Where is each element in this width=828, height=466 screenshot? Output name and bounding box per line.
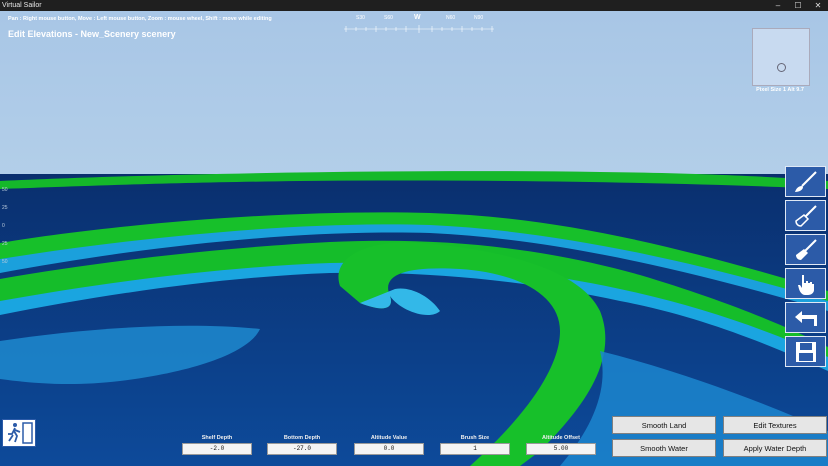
spade-icon — [795, 238, 817, 260]
floppy-disk-icon — [795, 341, 816, 362]
altitude-offset-input[interactable]: 5.00 — [526, 443, 596, 455]
apply-water-depth-button[interactable]: Apply Water Depth — [723, 439, 827, 457]
hand-tool-button[interactable] — [785, 268, 826, 299]
window-title: Virtual Sailor — [2, 2, 42, 9]
altitude-value-input[interactable]: 0.0 — [354, 443, 424, 455]
shovel-icon — [794, 204, 817, 227]
left-scale-mark: 50 — [2, 187, 8, 193]
raise-tool-button[interactable] — [785, 200, 826, 231]
compass-ticks — [344, 25, 494, 33]
left-scale-mark: 0 — [2, 223, 5, 229]
compass-current-heading: W — [414, 14, 421, 21]
brush-size-label: Brush Size — [460, 435, 490, 441]
left-scale-mark: 25 — [2, 205, 8, 211]
terrain-render — [0, 11, 828, 466]
shelf-depth-label: Shelf Depth — [201, 435, 233, 441]
altitude-offset-field: Altitude Offset 5.00 — [526, 435, 596, 455]
hand-pointer-icon — [797, 274, 814, 295]
save-tool-button[interactable] — [785, 336, 826, 367]
exit-editor-button[interactable] — [2, 419, 36, 447]
lower-tool-button[interactable] — [785, 234, 826, 265]
exit-door-icon — [8, 422, 33, 444]
bottom-depth-input[interactable]: -27.0 — [267, 443, 337, 455]
compass-label: S30 — [356, 15, 365, 21]
3d-viewport[interactable]: 50 25 0 25 50 — [0, 11, 828, 466]
minimap-position-marker — [777, 63, 786, 72]
edit-textures-button[interactable]: Edit Textures — [723, 416, 827, 434]
compass-label: N90 — [474, 15, 484, 21]
altitude-offset-label: Altitude Offset — [542, 435, 580, 441]
undo-arrow-icon — [794, 310, 817, 326]
brush-size-input[interactable]: 1 — [440, 443, 510, 455]
bottom-depth-label: Bottom Depth — [283, 435, 321, 441]
mode-title: Edit Elevations - New_Scenery scenery — [8, 29, 176, 39]
left-scale-mark: 50 — [2, 259, 8, 265]
altitude-value-label: Altitude Value — [370, 435, 408, 441]
bottom-depth-field: Bottom Depth -27.0 — [267, 435, 337, 455]
window-titlebar: Virtual Sailor – ☐ ✕ — [0, 0, 828, 11]
edit-toolbar — [785, 166, 828, 370]
compass-label: N60 — [446, 15, 456, 21]
shelf-depth-input[interactable]: -2.0 — [182, 443, 252, 455]
left-scale: 50 25 0 25 50 — [2, 187, 8, 265]
close-button[interactable]: ✕ — [808, 0, 828, 11]
brush-tool-button[interactable] — [785, 166, 826, 197]
minimize-button[interactable]: – — [768, 0, 788, 11]
altitude-value-field: Altitude Value 0.0 — [354, 435, 424, 455]
left-scale-mark: 25 — [2, 241, 8, 247]
undo-tool-button[interactable] — [785, 302, 826, 333]
maximize-button[interactable]: ☐ — [788, 0, 808, 11]
compass-strip: S30 S60 W N60 N90 — [344, 14, 494, 35]
shelf-depth-field: Shelf Depth -2.0 — [182, 435, 252, 455]
smooth-land-button[interactable]: Smooth Land — [612, 416, 716, 434]
controls-hint: Pan : Right mouse button, Move : Left mo… — [8, 16, 272, 22]
compass-label: S60 — [384, 15, 393, 21]
paintbrush-icon — [794, 170, 817, 192]
pixel-info: Pixel Size 1 Alt 9.7 — [756, 87, 804, 93]
smooth-water-button[interactable]: Smooth Water — [612, 439, 716, 457]
brush-size-field: Brush Size 1 — [440, 435, 510, 455]
minimap[interactable] — [752, 28, 810, 86]
